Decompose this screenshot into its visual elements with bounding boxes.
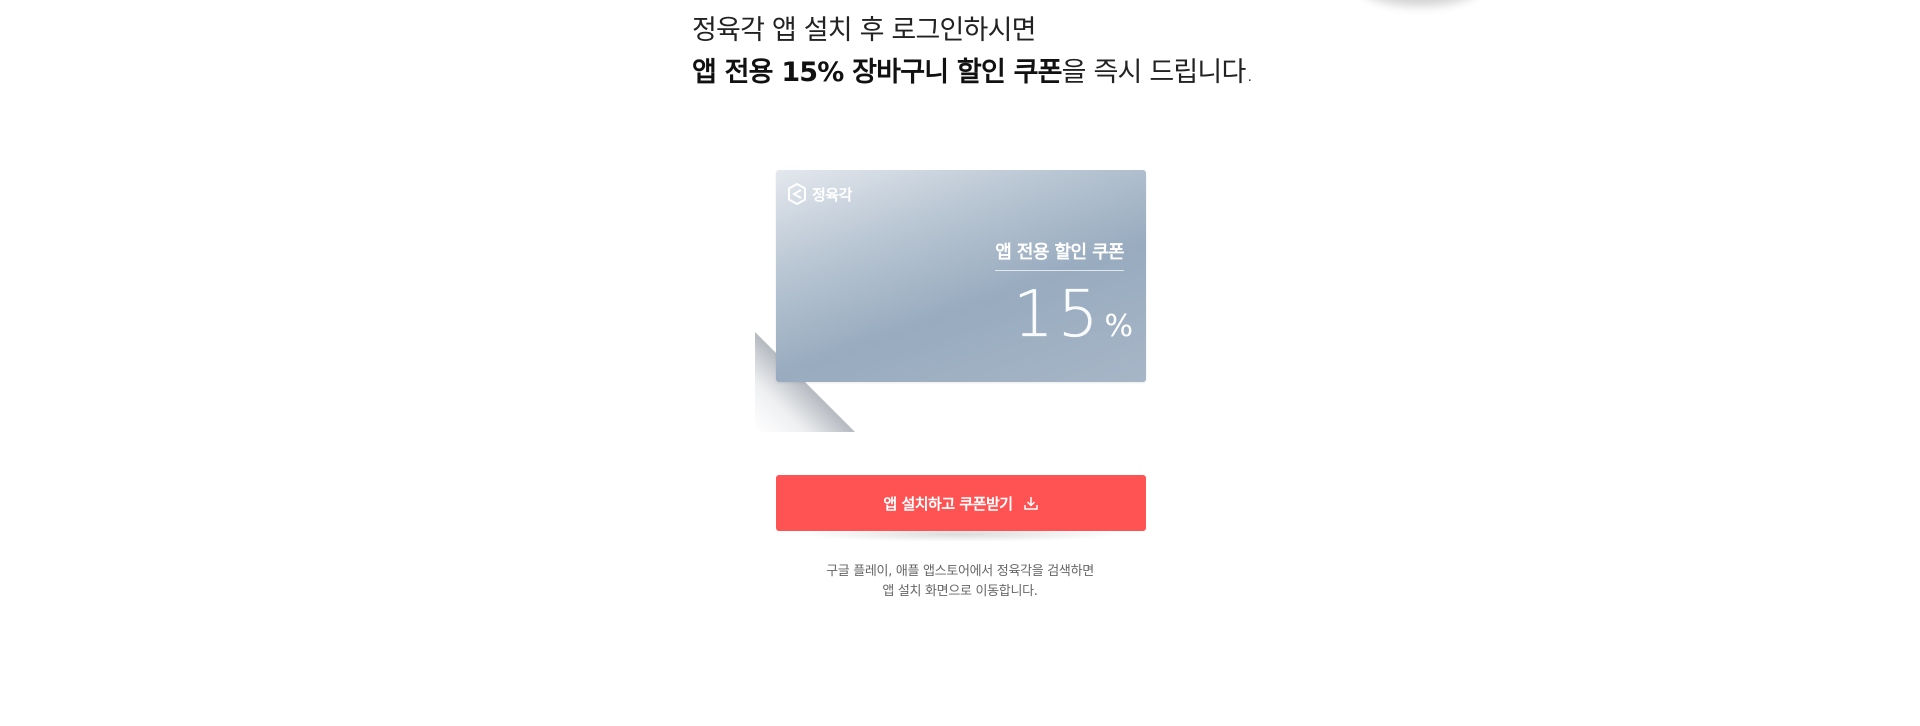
install-app-get-coupon-button[interactable]: 앱 설치하고 쿠폰받기 [776,475,1146,531]
coupon-card: 정육각 앱 전용 할인 쿠폰 15% [776,170,1146,382]
install-note-line-1: 구글 플레이, 애플 앱스토어에서 정육각을 검색하면 [826,564,1094,579]
page: 정육각 앱 설치 후 로그인하시면 앱 전용 15% 장바구니 할인 쿠폰을 즉… [0,0,1920,726]
coupon-discount-value: 15 [1013,278,1103,352]
coupon-illustration: 정육각 앱 전용 할인 쿠폰 15% [755,142,1175,432]
coupon-discount: 15% [1013,278,1133,352]
coupon-discount-unit: % [1104,309,1133,344]
promo-headline: 정육각 앱 설치 후 로그인하시면 앱 전용 15% 장바구니 할인 쿠폰을 즉… [692,10,1254,94]
jeongyukgak-logo-icon [787,183,807,205]
headline-line-2-rest: 을 즉시 드립니다. [1061,57,1254,88]
install-note-line-2: 앱 설치 화면으로 이동합니다. [882,584,1038,599]
headline-highlight: 앱 전용 15% 장바구니 할인 쿠폰 [692,57,1062,88]
coupon-brand-name: 정육각 [812,185,852,204]
coupon-label: 앱 전용 할인 쿠폰 [995,238,1125,271]
install-note: 구글 플레이, 애플 앱스토어에서 정육각을 검색하면 앱 설치 화면으로 이동… [760,562,1160,602]
cta-button-label: 앱 설치하고 쿠폰받기 [883,494,1013,513]
coupon-brand: 정육각 [787,183,852,205]
headline-line-2: 앱 전용 15% 장바구니 할인 쿠폰을 즉시 드립니다. [692,52,1254,94]
headline-line-1: 정육각 앱 설치 후 로그인하시면 [692,15,1036,46]
download-icon [1023,495,1039,511]
